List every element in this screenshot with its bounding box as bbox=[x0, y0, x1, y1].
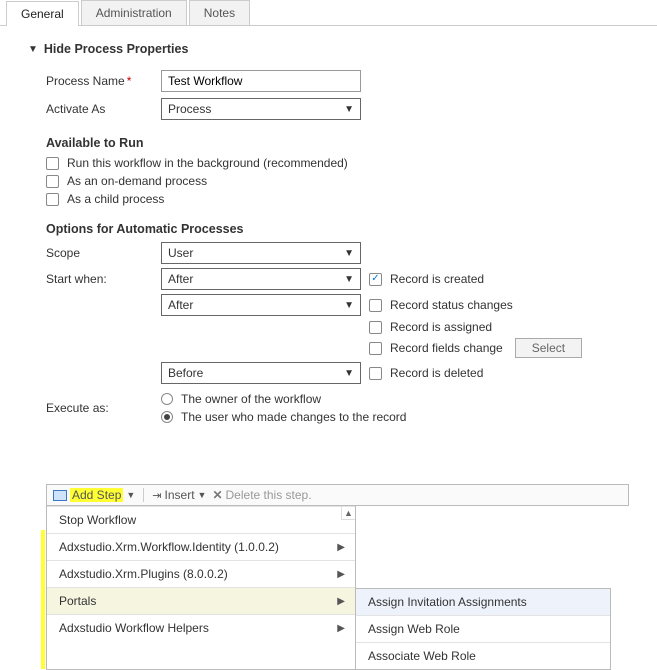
chevron-down-icon: ▼ bbox=[344, 274, 354, 285]
start-when-after-select-2[interactable]: After ▼ bbox=[161, 294, 361, 316]
execute-as-owner-label: The owner of the workflow bbox=[181, 392, 321, 406]
execute-as-owner-radio[interactable] bbox=[161, 393, 173, 405]
scope-select[interactable]: User ▼ bbox=[161, 242, 361, 264]
record-assigned-checkbox[interactable] bbox=[369, 321, 382, 334]
add-step-button[interactable]: Add Step ▼ bbox=[53, 488, 135, 502]
submenu-arrow-icon: ▶ bbox=[337, 623, 345, 634]
record-fields-checkbox[interactable] bbox=[369, 342, 382, 355]
run-background-checkbox[interactable] bbox=[46, 157, 59, 170]
toolbar-separator bbox=[143, 488, 144, 502]
chevron-down-icon: ▼ bbox=[344, 104, 354, 115]
insert-icon: ⇥ bbox=[152, 489, 161, 502]
menu-item-portals[interactable]: Portals ▶ bbox=[47, 587, 355, 614]
scroll-up-icon[interactable]: ▲ bbox=[341, 506, 355, 520]
run-background-label: Run this workflow in the background (rec… bbox=[67, 156, 348, 170]
scope-label: Scope bbox=[46, 246, 161, 260]
menu-item-workflow-helpers[interactable]: Adxstudio Workflow Helpers ▶ bbox=[47, 614, 355, 641]
record-status-checkbox[interactable] bbox=[369, 299, 382, 312]
automatic-options-header: Options for Automatic Processes bbox=[46, 222, 637, 236]
menu-item-stop-workflow[interactable]: Stop Workflow bbox=[47, 506, 355, 533]
collapse-icon: ▼ bbox=[28, 44, 38, 55]
record-deleted-label: Record is deleted bbox=[390, 366, 483, 380]
submenu-arrow-icon: ▶ bbox=[337, 569, 345, 580]
chevron-down-icon: ▼ bbox=[344, 368, 354, 379]
start-when-after-select-1[interactable]: After ▼ bbox=[161, 268, 361, 290]
portals-submenu: Assign Invitation Assignments Assign Web… bbox=[356, 588, 611, 670]
menu-item-identity[interactable]: Adxstudio.Xrm.Workflow.Identity (1.0.0.2… bbox=[47, 533, 355, 560]
chevron-down-icon: ▼ bbox=[344, 248, 354, 259]
menu-item-plugins[interactable]: Adxstudio.Xrm.Plugins (8.0.0.2) ▶ bbox=[47, 560, 355, 587]
submenu-arrow-icon: ▶ bbox=[337, 542, 345, 553]
hide-properties-toggle[interactable]: ▼ Hide Process Properties bbox=[28, 42, 637, 56]
on-demand-checkbox[interactable] bbox=[46, 175, 59, 188]
submenu-assign-web-role[interactable]: Assign Web Role bbox=[356, 615, 610, 642]
record-status-label: Record status changes bbox=[390, 298, 513, 312]
process-name-input[interactable] bbox=[161, 70, 361, 92]
submenu-associate-web-role[interactable]: Associate Web Role bbox=[356, 642, 610, 669]
collapse-label: Hide Process Properties bbox=[44, 42, 189, 56]
tab-notes[interactable]: Notes bbox=[189, 0, 250, 25]
record-fields-label: Record fields change bbox=[390, 341, 503, 355]
activate-as-select[interactable]: Process ▼ bbox=[161, 98, 361, 120]
submenu-assign-invitation[interactable]: Assign Invitation Assignments bbox=[356, 589, 610, 615]
record-deleted-checkbox[interactable] bbox=[369, 367, 382, 380]
execute-as-user-label: The user who made changes to the record bbox=[181, 410, 406, 424]
select-fields-button[interactable]: Select bbox=[515, 338, 582, 358]
record-assigned-label: Record is assigned bbox=[390, 320, 492, 334]
child-process-label: As a child process bbox=[67, 192, 164, 206]
execute-as-user-radio[interactable] bbox=[161, 411, 173, 423]
tab-administration[interactable]: Administration bbox=[81, 0, 187, 25]
chevron-down-icon: ▼ bbox=[198, 490, 207, 500]
record-created-checkbox[interactable] bbox=[369, 273, 382, 286]
add-step-menu: ▲ Stop Workflow Adxstudio.Xrm.Workflow.I… bbox=[46, 506, 356, 670]
start-when-label: Start when: bbox=[46, 272, 161, 286]
chevron-down-icon: ▼ bbox=[344, 300, 354, 311]
record-created-label: Record is created bbox=[390, 272, 484, 286]
submenu-arrow-icon: ▶ bbox=[337, 596, 345, 607]
available-to-run-header: Available to Run bbox=[46, 136, 637, 150]
start-when-before-select[interactable]: Before ▼ bbox=[161, 362, 361, 384]
insert-button[interactable]: ⇥ Insert ▼ bbox=[152, 488, 206, 502]
delete-step-button[interactable]: ✕ Delete this step. bbox=[212, 488, 311, 502]
delete-icon: ✕ bbox=[212, 488, 222, 502]
execute-as-label: Execute as: bbox=[46, 401, 161, 415]
on-demand-label: As an on-demand process bbox=[67, 174, 207, 188]
activate-as-label: Activate As bbox=[46, 102, 161, 116]
chevron-down-icon: ▼ bbox=[126, 490, 135, 500]
add-step-icon bbox=[53, 490, 67, 501]
tab-general[interactable]: General bbox=[6, 1, 79, 26]
process-name-label: Process Name* bbox=[46, 74, 161, 88]
child-process-checkbox[interactable] bbox=[46, 193, 59, 206]
highlight-bar bbox=[41, 530, 45, 669]
